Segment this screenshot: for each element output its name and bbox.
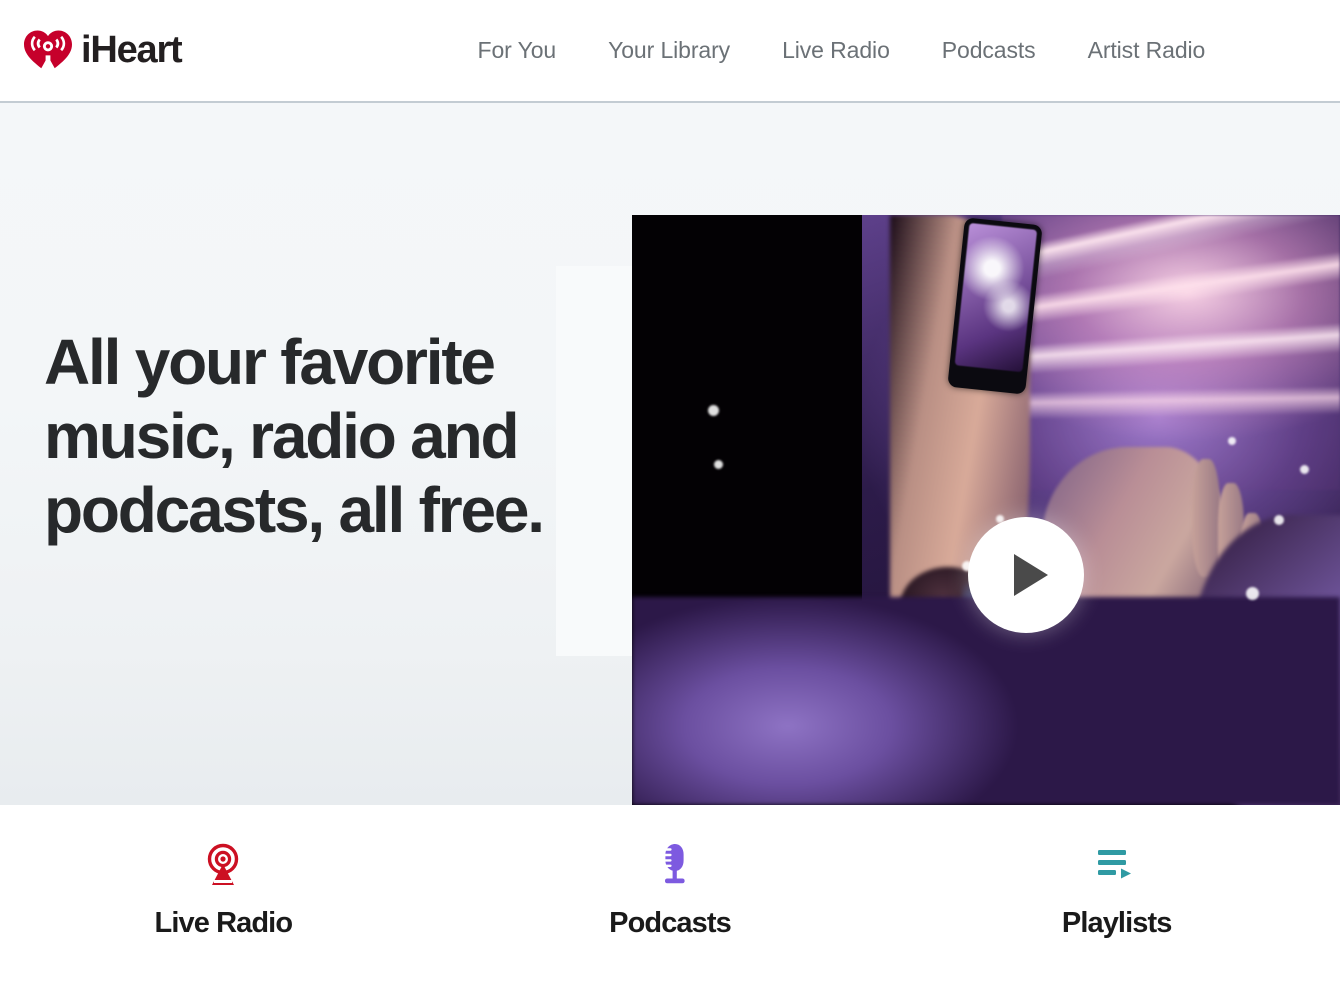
nav-item-artist-radio[interactable]: Artist Radio: [1088, 37, 1206, 64]
hero-title-line-2: music, radio and: [44, 400, 520, 472]
video-bokeh-dot: [1246, 587, 1259, 600]
feature-live-radio[interactable]: Live Radio: [0, 805, 447, 940]
play-button[interactable]: [968, 517, 1084, 633]
podcast-microphone-icon: [650, 840, 690, 890]
video-crowd-foreground: [632, 597, 1340, 805]
feature-playlists[interactable]: Playlists: [893, 805, 1340, 940]
feature-label-podcasts: Podcasts: [609, 907, 732, 939]
nav-item-your-library[interactable]: Your Library: [608, 37, 730, 64]
nav-item-for-you[interactable]: For You: [478, 37, 557, 64]
feature-label-live-radio: Live Radio: [154, 907, 294, 939]
video-bokeh-dot: [1228, 437, 1236, 445]
play-icon: [1013, 554, 1048, 596]
feature-row: Live Radio Podcasts Playlists: [0, 805, 1340, 1000]
live-radio-tower-icon: [202, 840, 244, 890]
site-header: iHeart For You Your Library Live Radio P…: [0, 0, 1340, 103]
hero-section: All your favorite music, radio and podca…: [0, 103, 1340, 805]
feature-label-playlists: Playlists: [1061, 907, 1172, 939]
playlist-icon: [1096, 840, 1138, 890]
hero-title-line-3: podcasts, all free.: [44, 474, 545, 546]
iheart-logo-icon: [24, 30, 72, 74]
page-root: iHeart For You Your Library Live Radio P…: [0, 0, 1340, 1000]
logo[interactable]: iHeart: [22, 28, 183, 74]
logo-text: iHeart: [81, 29, 183, 71]
video-finger: [1192, 459, 1220, 577]
nav-item-live-radio[interactable]: Live Radio: [782, 37, 890, 64]
nav-item-podcasts[interactable]: Podcasts: [942, 37, 1036, 64]
video-phone-screen: [954, 222, 1038, 373]
hero-copy: All your favorite music, radio and podca…: [44, 325, 604, 547]
main-nav: For You Your Library Live Radio Podcasts…: [478, 37, 1206, 64]
video-bokeh-dot: [1300, 465, 1309, 474]
video-bokeh-dot: [714, 460, 723, 469]
hero-title-line-1: All your favorite: [44, 326, 496, 398]
video-bokeh-dot: [1274, 515, 1284, 525]
hero-video[interactable]: [632, 215, 1340, 805]
feature-podcasts[interactable]: Podcasts: [447, 805, 894, 940]
video-bokeh-dot: [708, 405, 719, 416]
